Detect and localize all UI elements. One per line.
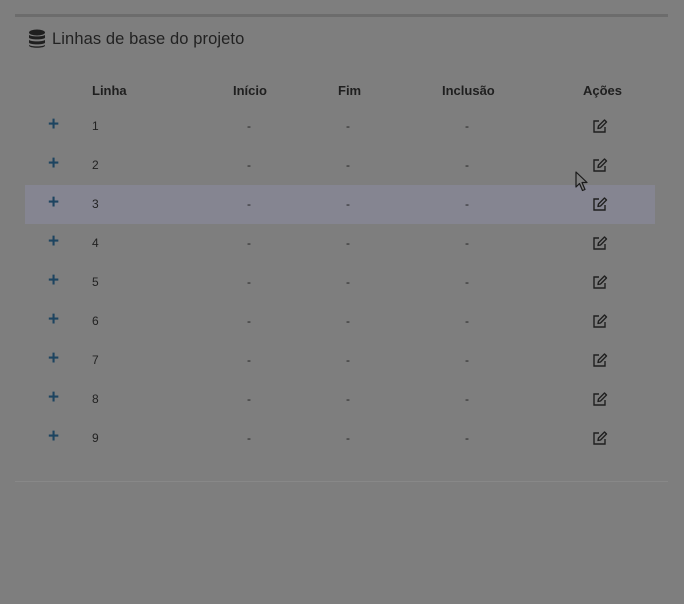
expand-row-plus-icon[interactable]: +	[48, 388, 59, 408]
expand-row-plus-icon[interactable]: +	[48, 271, 59, 291]
edit-icon[interactable]	[592, 118, 608, 134]
cell-inicio: -	[247, 431, 251, 445]
edit-icon[interactable]	[592, 430, 608, 446]
table-header: Linha Início Fim Inclusão Ações	[25, 75, 655, 107]
cell-inclusao: -	[465, 197, 469, 211]
edit-icon[interactable]	[592, 235, 608, 251]
cell-inclusao: -	[465, 275, 469, 289]
cell-inclusao: -	[465, 158, 469, 172]
edit-icon[interactable]	[592, 352, 608, 368]
cell-linha: 5	[92, 275, 99, 289]
cell-inclusao: -	[465, 431, 469, 445]
cell-fim: -	[346, 119, 350, 133]
expand-row-plus-icon[interactable]: +	[48, 427, 59, 447]
edit-icon[interactable]	[592, 274, 608, 290]
panel-header: Linhas de base do projeto	[28, 27, 244, 51]
cell-inclusao: -	[465, 314, 469, 328]
cell-inclusao: -	[465, 119, 469, 133]
cell-inicio: -	[247, 119, 251, 133]
cell-inicio: -	[247, 158, 251, 172]
panel-title: Linhas de base do projeto	[52, 29, 245, 48]
cell-fim: -	[346, 392, 350, 406]
cell-inclusao: -	[465, 236, 469, 250]
cell-fim: -	[346, 158, 350, 172]
table-row: +2 - - -	[25, 146, 655, 185]
expand-row-plus-icon[interactable]: +	[48, 154, 59, 174]
header-inicio[interactable]: Início	[233, 83, 267, 98]
baselines-table: Linha Início Fim Inclusão Ações +1 - - - +2 -…	[25, 75, 655, 458]
header-acoes: Ações	[583, 83, 623, 98]
cell-fim: -	[346, 197, 350, 211]
mouse-cursor-icon	[575, 171, 588, 192]
expand-row-plus-icon[interactable]: +	[48, 349, 59, 369]
cell-fim: -	[346, 314, 350, 328]
cell-fim: -	[346, 275, 350, 289]
cell-linha: 8	[92, 392, 99, 406]
table-row: +6 - - -	[25, 302, 655, 341]
cell-inicio: -	[247, 275, 251, 289]
cell-inicio: -	[247, 197, 251, 211]
cell-inicio: -	[247, 236, 251, 250]
edit-icon[interactable]	[592, 313, 608, 329]
cell-fim: -	[346, 236, 350, 250]
expand-row-plus-icon[interactable]: +	[48, 310, 59, 330]
header-inclusao[interactable]: Inclusão	[442, 83, 495, 98]
edit-icon[interactable]	[592, 391, 608, 407]
database-icon	[29, 29, 45, 48]
table-row: +3 - - -	[25, 185, 655, 224]
baselines-panel: Linhas de base do projeto Linha Início F…	[15, 14, 668, 482]
edit-icon[interactable]	[592, 157, 608, 173]
cell-fim: -	[346, 353, 350, 367]
header-linha[interactable]: Linha	[92, 83, 127, 98]
cell-inclusao: -	[465, 353, 469, 367]
cell-linha: 3	[92, 197, 99, 211]
cell-linha: 4	[92, 236, 99, 250]
expand-row-plus-icon[interactable]: +	[48, 193, 59, 213]
header-fim[interactable]: Fim	[338, 83, 361, 98]
cell-linha: 7	[92, 353, 99, 367]
edit-icon[interactable]	[592, 196, 608, 212]
table-row: +5 - - -	[25, 263, 655, 302]
cell-linha: 9	[92, 431, 99, 445]
cell-inicio: -	[247, 392, 251, 406]
table-row: +1 - - -	[25, 107, 655, 146]
cell-linha: 1	[92, 119, 99, 133]
cell-linha: 6	[92, 314, 99, 328]
cell-linha: 2	[92, 158, 99, 172]
table-row: +9 - - -	[25, 419, 655, 458]
table-body: +1 - - - +2 - - - +3 - - - +4 - - - +5 - - - +6 - - - +7 - - - +8 - - -…	[25, 107, 655, 458]
cell-inicio: -	[247, 314, 251, 328]
table-row: +7 - - -	[25, 341, 655, 380]
table-row: +8 - - -	[25, 380, 655, 419]
cell-inclusao: -	[465, 392, 469, 406]
table-row: +4 - - -	[25, 224, 655, 263]
cell-inicio: -	[247, 353, 251, 367]
expand-row-plus-icon[interactable]: +	[48, 115, 59, 135]
cell-fim: -	[346, 431, 350, 445]
expand-row-plus-icon[interactable]: +	[48, 232, 59, 252]
